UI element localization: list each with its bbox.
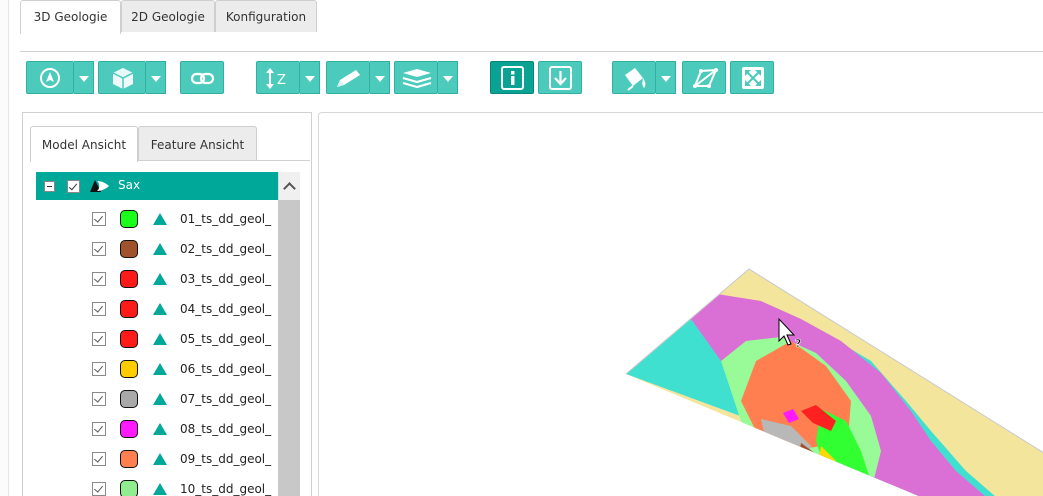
cube-button[interactable] [98,61,146,94]
tab-divider [20,51,1043,52]
layer-tree: Sax 01_ts_dd_geol_ 02_ts_dd_geol_ 03_ts_dd… [36,172,300,496]
layer-color-swatch[interactable] [120,360,138,378]
z-scale-icon: Z [266,68,286,89]
layer-color-swatch[interactable] [120,210,138,228]
layer-checkbox[interactable] [92,452,106,466]
compass-dropdown[interactable] [74,61,94,94]
layer-row[interactable]: 05_ts_dd_geol_ [36,324,276,354]
layer-color-swatch[interactable] [120,450,138,468]
layer-color-swatch[interactable] [120,480,138,496]
layer-checkbox[interactable] [92,362,106,376]
surface-triangle-icon [153,393,167,405]
layer-row[interactable]: 07_ts_dd_geol_ [36,384,276,414]
surface-triangle-icon [153,303,167,315]
layer-label: 07_ts_dd_geol_ [180,392,272,406]
paint-bucket-button[interactable] [612,61,656,94]
scrollbar-thumb[interactable] [278,200,300,496]
model-icon [90,180,109,192]
layer-color-swatch[interactable] [120,390,138,408]
surface-triangle-icon [153,363,167,375]
layer-row[interactable]: 08_ts_dd_geol_ [36,414,276,444]
layer-label: 04_ts_dd_geol_ [180,302,272,316]
pencil-icon [337,70,360,87]
tab-2d-geologie[interactable]: 2D Geologie [121,0,215,32]
window-left-edge [0,0,9,496]
layer-checkbox[interactable] [92,242,106,256]
layer-row[interactable]: 01_ts_dd_geol_ [36,204,276,234]
layer-checkbox[interactable] [92,212,106,226]
pencil-button[interactable] [326,61,370,94]
layer-row[interactable]: 10_ts_dd_geol_ [36,474,276,496]
z-scale-dropdown[interactable] [300,61,320,94]
download-button[interactable] [538,61,582,94]
layers-icon [402,69,432,89]
layer-row[interactable]: 04_ts_dd_geol_ [36,294,276,324]
layer-color-swatch[interactable] [120,420,138,438]
paint-bucket-dropdown[interactable] [656,61,676,94]
layer-checkbox[interactable] [92,272,106,286]
geology-model: ? [625,268,1043,496]
info-icon [501,66,524,90]
paint-bucket-icon [625,68,646,91]
layer-checkbox[interactable] [92,302,106,316]
root-checkbox[interactable] [67,180,80,193]
surface-triangle-icon [153,453,167,465]
download-icon [549,66,572,90]
pencil-dropdown[interactable] [370,61,390,94]
z-scale-button[interactable]: Z [256,61,300,94]
layer-row[interactable]: 06_ts_dd_geol_ [36,354,276,384]
tab-konfiguration[interactable]: Konfiguration [215,0,317,32]
surface-triangle-icon [153,483,167,495]
layer-label: 06_ts_dd_geol_ [180,362,272,376]
info-button[interactable] [490,61,534,94]
layer-label: 05_ts_dd_geol_ [180,332,272,346]
cube-dropdown[interactable] [146,61,166,94]
layer-label: 10_ts_dd_geol_ [180,482,272,496]
collapse-toggle[interactable] [44,181,55,192]
surface-triangle-icon [153,273,167,285]
app-window: 3D Geologie 2D Geologie Konfiguration Z … [0,0,1043,496]
layer-label: 01_ts_dd_geol_ [180,212,272,226]
layer-label: 08_ts_dd_geol_ [180,422,272,436]
surface-triangle-icon [153,243,167,255]
layer-label: 02_ts_dd_geol_ [180,242,272,256]
layer-color-swatch[interactable] [120,300,138,318]
layer-label: 03_ts_dd_geol_ [180,272,272,286]
3d-viewport[interactable]: ? [318,112,1043,496]
layer-checkbox[interactable] [92,482,106,496]
layers-dropdown[interactable] [438,61,458,94]
layer-color-swatch[interactable] [120,330,138,348]
fullscreen-icon [742,67,764,89]
polygon-button[interactable] [682,61,726,94]
fullscreen-button[interactable] [730,61,774,94]
layer-row[interactable]: 02_ts_dd_geol_ [36,234,276,264]
layer-color-swatch[interactable] [120,240,138,258]
svg-text:?: ? [795,337,801,350]
tab-feature-ansicht[interactable]: Feature Ansicht [138,126,257,160]
polygon-icon [693,68,718,88]
cube-icon [112,68,134,89]
layer-color-swatch[interactable] [120,270,138,288]
link-button[interactable] [180,61,224,94]
layer-row[interactable]: 03_ts_dd_geol_ [36,264,276,294]
layer-row[interactable]: 09_ts_dd_geol_ [36,444,276,474]
layers-button[interactable] [394,61,438,94]
surface-triangle-icon [153,213,167,225]
layer-label: 09_ts_dd_geol_ [180,452,272,466]
tab-model-ansicht[interactable]: Model Ansicht [30,126,138,162]
layer-checkbox[interactable] [92,392,106,406]
layer-checkbox[interactable] [92,332,106,346]
svg-text:Z: Z [277,73,286,88]
compass-icon [40,68,60,88]
surface-triangle-icon [153,333,167,345]
scroll-up-button[interactable] [278,172,300,200]
layer-checkbox[interactable] [92,422,106,436]
tree-root-row[interactable]: Sax [36,172,300,200]
root-label: Sax [118,178,141,192]
surface-triangle-icon [153,423,167,435]
compass-button[interactable] [26,61,74,94]
tab-3d-geologie[interactable]: 3D Geologie [20,0,121,34]
link-icon [190,72,215,85]
